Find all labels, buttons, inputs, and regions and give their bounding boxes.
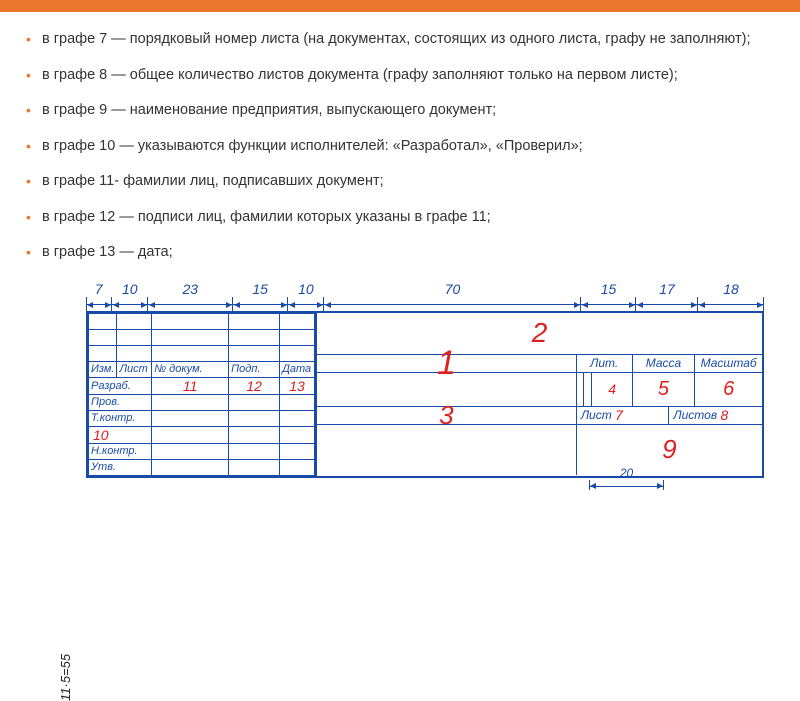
list-item: в графе 12 — подписи лиц, фамилии которы…: [24, 208, 776, 228]
cell-label: Пров.: [89, 394, 152, 410]
cell-header: Лист: [581, 408, 612, 422]
field-number: 10: [89, 426, 152, 443]
cell-header: Листов: [673, 408, 717, 422]
cell-header: Изм.: [89, 361, 117, 377]
cell-label: Т.контр.: [89, 410, 152, 426]
field-number: 5: [633, 373, 696, 406]
list-item: в графе 11- фамилии лиц, подписавших док…: [24, 172, 776, 192]
dim-value: 17: [636, 281, 698, 297]
title-block-diagram: 11·5=55 7 10 23 15 10 70 15 17 18 Изм.: [56, 281, 764, 494]
list-item: в графе 10 — указываются функции исполни…: [24, 137, 776, 157]
cell-header: Подп.: [229, 361, 280, 377]
dim-value: 70: [324, 281, 581, 297]
field-number: 11: [152, 377, 229, 394]
field-number: 8: [720, 407, 728, 423]
dimension-row-bottom: 20: [86, 480, 764, 494]
right-grid: 2 1 Лит. Масса Масштаб 4 5: [315, 311, 764, 478]
left-grid: Изм. Лист № докум. Подп. Дата Разраб. 11…: [88, 313, 315, 476]
cell-header: Масштаб: [695, 355, 762, 372]
slide-content: в графе 7 — порядковый номер листа (на д…: [0, 12, 800, 504]
field-number: 2: [532, 317, 548, 349]
title-block-table: Изм. Лист № докум. Подп. Дата Разраб. 11…: [86, 311, 764, 478]
cell-label: Разраб.: [89, 377, 152, 394]
dimension-row-top: 7 10 23 15 10 70 15 17 18: [86, 281, 764, 311]
list-item: в графе 9 — наименование предприятия, вы…: [24, 101, 776, 121]
field-number: 4: [608, 381, 616, 397]
bullet-list: в графе 7 — порядковый номер листа (на д…: [24, 30, 776, 263]
dim-value: 15: [581, 281, 636, 297]
slide-accent-bar: [0, 0, 800, 12]
cell-label: Утв.: [89, 459, 152, 475]
cell-header: № докум.: [152, 361, 229, 377]
dim-value: 10: [112, 281, 148, 297]
dim-value: 7: [86, 281, 112, 297]
cell-header: Масса: [633, 355, 696, 372]
dim-value: 15: [233, 281, 288, 297]
dim-value: 18: [698, 281, 764, 297]
list-item: в графе 7 — порядковый номер листа (на д…: [24, 30, 776, 50]
cell-header: Дата: [280, 361, 315, 377]
cell-header: Лист: [117, 361, 152, 377]
field-number: 12: [229, 377, 280, 394]
dim-value: 23: [148, 281, 233, 297]
field-number: 6: [695, 373, 762, 406]
dim-value: 10: [288, 281, 324, 297]
list-item: в графе 13 — дата;: [24, 243, 776, 263]
list-item: в графе 8 — общее количество листов доку…: [24, 66, 776, 86]
field-number: 7: [615, 407, 623, 423]
field-number: 13: [280, 377, 315, 394]
cell-header: Лит.: [577, 355, 633, 372]
field-number: 9: [577, 425, 762, 475]
cell-label: Н.контр.: [89, 443, 152, 459]
side-dimension-label: 11·5=55: [58, 654, 73, 701]
dim-value: 20: [620, 466, 633, 480]
